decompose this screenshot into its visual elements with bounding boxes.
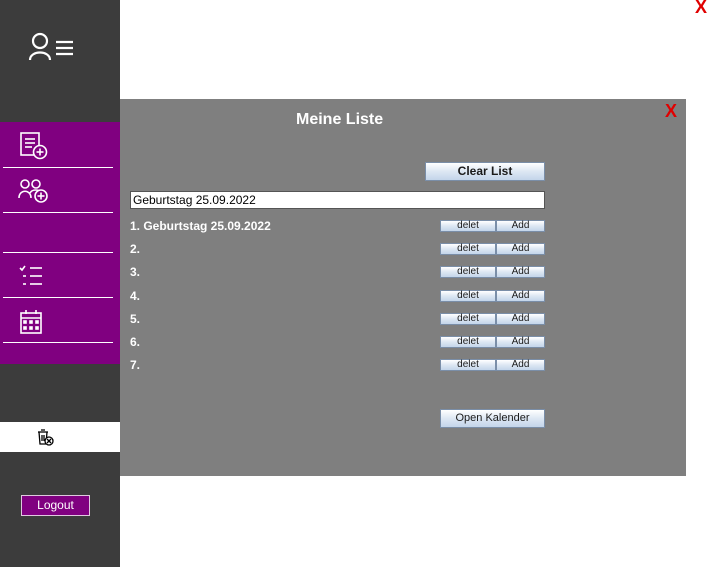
list-panel: Meine Liste X Clear List Geburtstag 25.0… [120,99,686,476]
window-close-button[interactable]: X [695,0,707,18]
list-item-text: 1. Geburtstag 25.09.2022 [130,219,271,233]
list-item-text: 2. [130,242,141,256]
add-item-button[interactable]: Add [496,336,545,348]
delete-item-button[interactable]: delet [440,336,496,348]
list-item: 5. delet Add [130,311,550,327]
sidebar-menu [0,122,120,364]
delete-item-button[interactable]: delet [440,243,496,255]
menu-divider [3,212,113,213]
delete-item-button[interactable]: delet [440,313,496,325]
logout-button[interactable]: Logout [21,495,90,516]
list-item: 4. delet Add [130,288,550,304]
list-item: 7. delet Add [130,357,550,373]
add-item-button[interactable]: Add [496,243,545,255]
menu-divider [3,252,113,253]
checklist-icon [19,265,42,285]
delete-item-button[interactable]: delet [440,290,496,302]
list-item-text: 4. [130,289,141,303]
sidebar: Logout [0,0,120,567]
list-item: 6. delet Add [130,334,550,350]
user-list-icon [28,32,78,66]
menu-divider [3,342,113,343]
add-item-button[interactable]: Add [496,290,545,302]
entry-input[interactable]: Geburtstag 25.09.2022 [130,191,545,209]
add-item-button[interactable]: Add [496,220,545,232]
list-item-text: 7. [130,358,141,372]
add-item-button[interactable]: Add [496,266,545,278]
menu-divider [3,297,113,298]
list-item: 1. Geburtstag 25.09.2022 delet Add [130,218,550,234]
calendar-icon [20,310,42,334]
menu-item-checklist[interactable] [0,254,120,298]
delete-item-button[interactable]: delet [440,220,496,232]
panel-title: Meine Liste [296,111,384,128]
menu-item-add-group[interactable] [0,168,120,212]
list-item: 3. delet Add [130,264,550,280]
list-item-text: 5. [130,312,141,326]
list-item-text: 3. [130,265,141,279]
clear-bin-icon [38,429,54,446]
add-item-button[interactable]: Add [496,313,545,325]
add-note-icon [20,132,48,160]
clear-bin-button[interactable] [0,422,120,452]
add-group-icon [18,179,48,203]
open-calendar-button[interactable]: Open Kalender [440,409,545,428]
menu-item-calendar[interactable] [0,300,120,344]
clear-list-button[interactable]: Clear List [425,162,545,181]
add-item-button[interactable]: Add [496,359,545,371]
delete-item-button[interactable]: delet [440,266,496,278]
list-item-text: 6. [130,335,141,349]
delete-item-button[interactable]: delet [440,359,496,371]
menu-item-add-note[interactable] [0,122,120,166]
list-item: 2. delet Add [130,241,550,257]
panel-close-button[interactable]: X [665,101,677,122]
